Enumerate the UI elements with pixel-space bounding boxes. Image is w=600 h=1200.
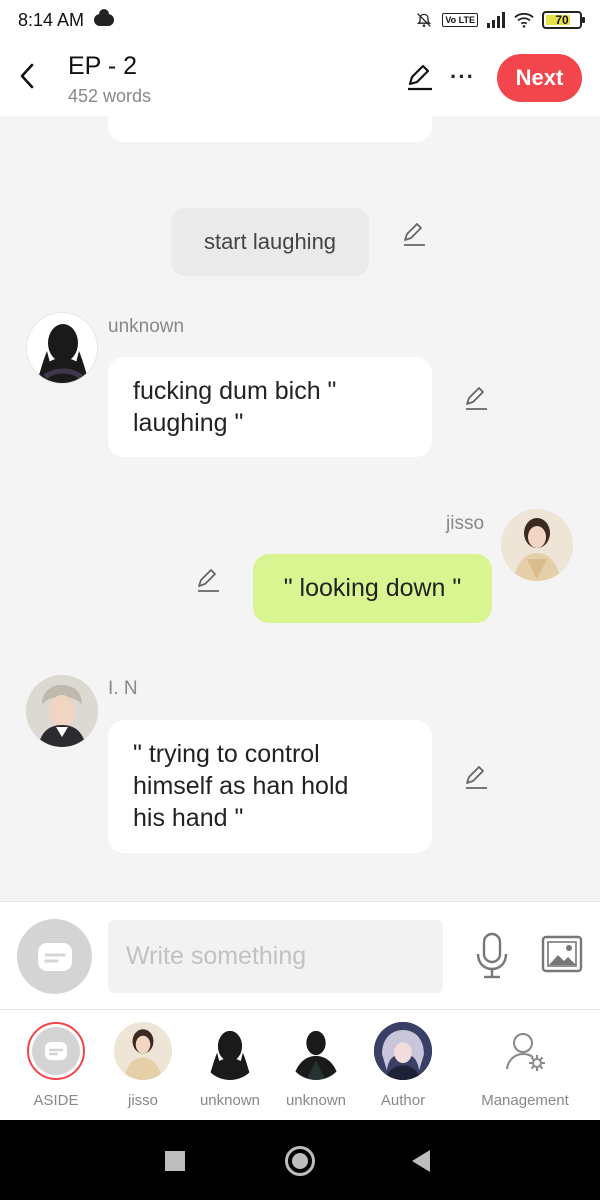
message-line: laughing "	[133, 409, 244, 437]
character-label: ASIDE	[33, 1092, 79, 1109]
cloud-icon	[94, 9, 115, 26]
message-line: " trying to control	[133, 740, 320, 768]
status-icons: Vo LTE 70	[414, 11, 585, 29]
edit-pencil-icon[interactable]	[195, 568, 221, 594]
character-label: Author	[380, 1092, 426, 1109]
portrait-photo	[501, 509, 573, 581]
mute-bell-icon	[417, 13, 432, 27]
battery-icon: 70	[542, 11, 585, 29]
message-bubble[interactable]: " trying to control himself as han hold …	[108, 720, 432, 853]
character-label: Management	[481, 1092, 569, 1109]
management-avatar	[496, 1022, 554, 1080]
aside-icon	[45, 1042, 67, 1060]
next-button[interactable]: Next	[497, 54, 582, 102]
episode-header: EP - 2 452 words ··· Next	[0, 40, 600, 116]
chevron-left-icon	[20, 63, 34, 89]
signal-icon	[487, 12, 505, 28]
compose-bar	[0, 901, 600, 1010]
aside-toggle-button[interactable]	[17, 919, 92, 994]
aside-avatar	[27, 1022, 85, 1080]
avatar-author	[374, 1022, 432, 1080]
battery-level: 70	[555, 13, 569, 27]
message-input[interactable]	[108, 920, 443, 993]
status-time: 8:14 AM	[18, 9, 85, 30]
avatar-in[interactable]	[26, 675, 98, 747]
portrait-illustration	[374, 1022, 432, 1080]
avatar-unknown[interactable]	[26, 312, 98, 384]
avatar-unknown	[201, 1022, 259, 1080]
silhouette-icon	[209, 1030, 251, 1080]
edit-pencil-icon[interactable]	[463, 386, 489, 412]
avatar-jisso[interactable]	[501, 509, 573, 581]
system-nav-bar	[0, 1120, 600, 1200]
character-label: jisso	[127, 1092, 158, 1109]
message-bubble[interactable]: fucking dum bich " laughing "	[108, 357, 432, 457]
portrait-photo	[26, 675, 98, 747]
character-management[interactable]: Management	[480, 1022, 570, 1109]
avatar-unknown	[287, 1022, 345, 1080]
aside-icon	[37, 942, 72, 971]
home-button[interactable]	[285, 1146, 315, 1176]
message-bubble-self[interactable]: " looking down "	[253, 554, 492, 623]
message-line: fucking dum bich "	[133, 377, 337, 405]
wifi-icon	[514, 12, 534, 28]
back-nav-button[interactable]	[412, 1150, 430, 1172]
edit-pencil-icon[interactable]	[401, 222, 427, 248]
word-count: 452 words	[68, 86, 152, 106]
message-line: his hand "	[133, 804, 244, 832]
edit-button[interactable]	[404, 62, 434, 92]
message-text: girls	[133, 116, 179, 118]
aside-bubble[interactable]: start laughing	[171, 208, 369, 276]
message-line: himself as han hold	[133, 772, 349, 800]
status-bar: 8:14 AM Vo LTE 70	[0, 0, 600, 40]
character-aside[interactable]: ASIDE	[11, 1022, 101, 1109]
sender-name: I. N	[108, 678, 138, 699]
character-label: unknown	[199, 1092, 261, 1109]
sender-name: jisso	[446, 513, 485, 534]
chat-area[interactable]: girls start laughing unknown fucking dum…	[0, 116, 600, 901]
character-bar: ASIDE jisso unknown unknown Author Manag…	[0, 1010, 600, 1120]
pencil-icon	[408, 64, 432, 91]
silhouette-icon	[37, 324, 89, 383]
avatar-jisso	[114, 1022, 172, 1080]
silhouette-icon	[293, 1030, 339, 1080]
character-author[interactable]: Author	[358, 1022, 448, 1109]
character-label: unknown	[285, 1092, 347, 1109]
message-bubble-partial: girls	[108, 116, 432, 142]
edit-pencil-icon[interactable]	[463, 765, 489, 791]
portrait-photo	[114, 1022, 172, 1080]
user-settings-icon	[506, 1033, 545, 1071]
back-button[interactable]	[14, 58, 40, 94]
episode-title: EP - 2	[68, 52, 138, 80]
character-unknown-2[interactable]: unknown	[271, 1022, 361, 1109]
volte-icon: Vo LTE	[442, 13, 478, 27]
microphone-icon[interactable]	[474, 932, 510, 980]
recents-button[interactable]	[165, 1151, 185, 1171]
more-options-button[interactable]: ···	[450, 64, 475, 90]
sender-name: unknown	[108, 316, 185, 337]
character-unknown-1[interactable]: unknown	[185, 1022, 275, 1109]
character-jisso[interactable]: jisso	[98, 1022, 188, 1109]
image-icon[interactable]	[541, 935, 583, 973]
